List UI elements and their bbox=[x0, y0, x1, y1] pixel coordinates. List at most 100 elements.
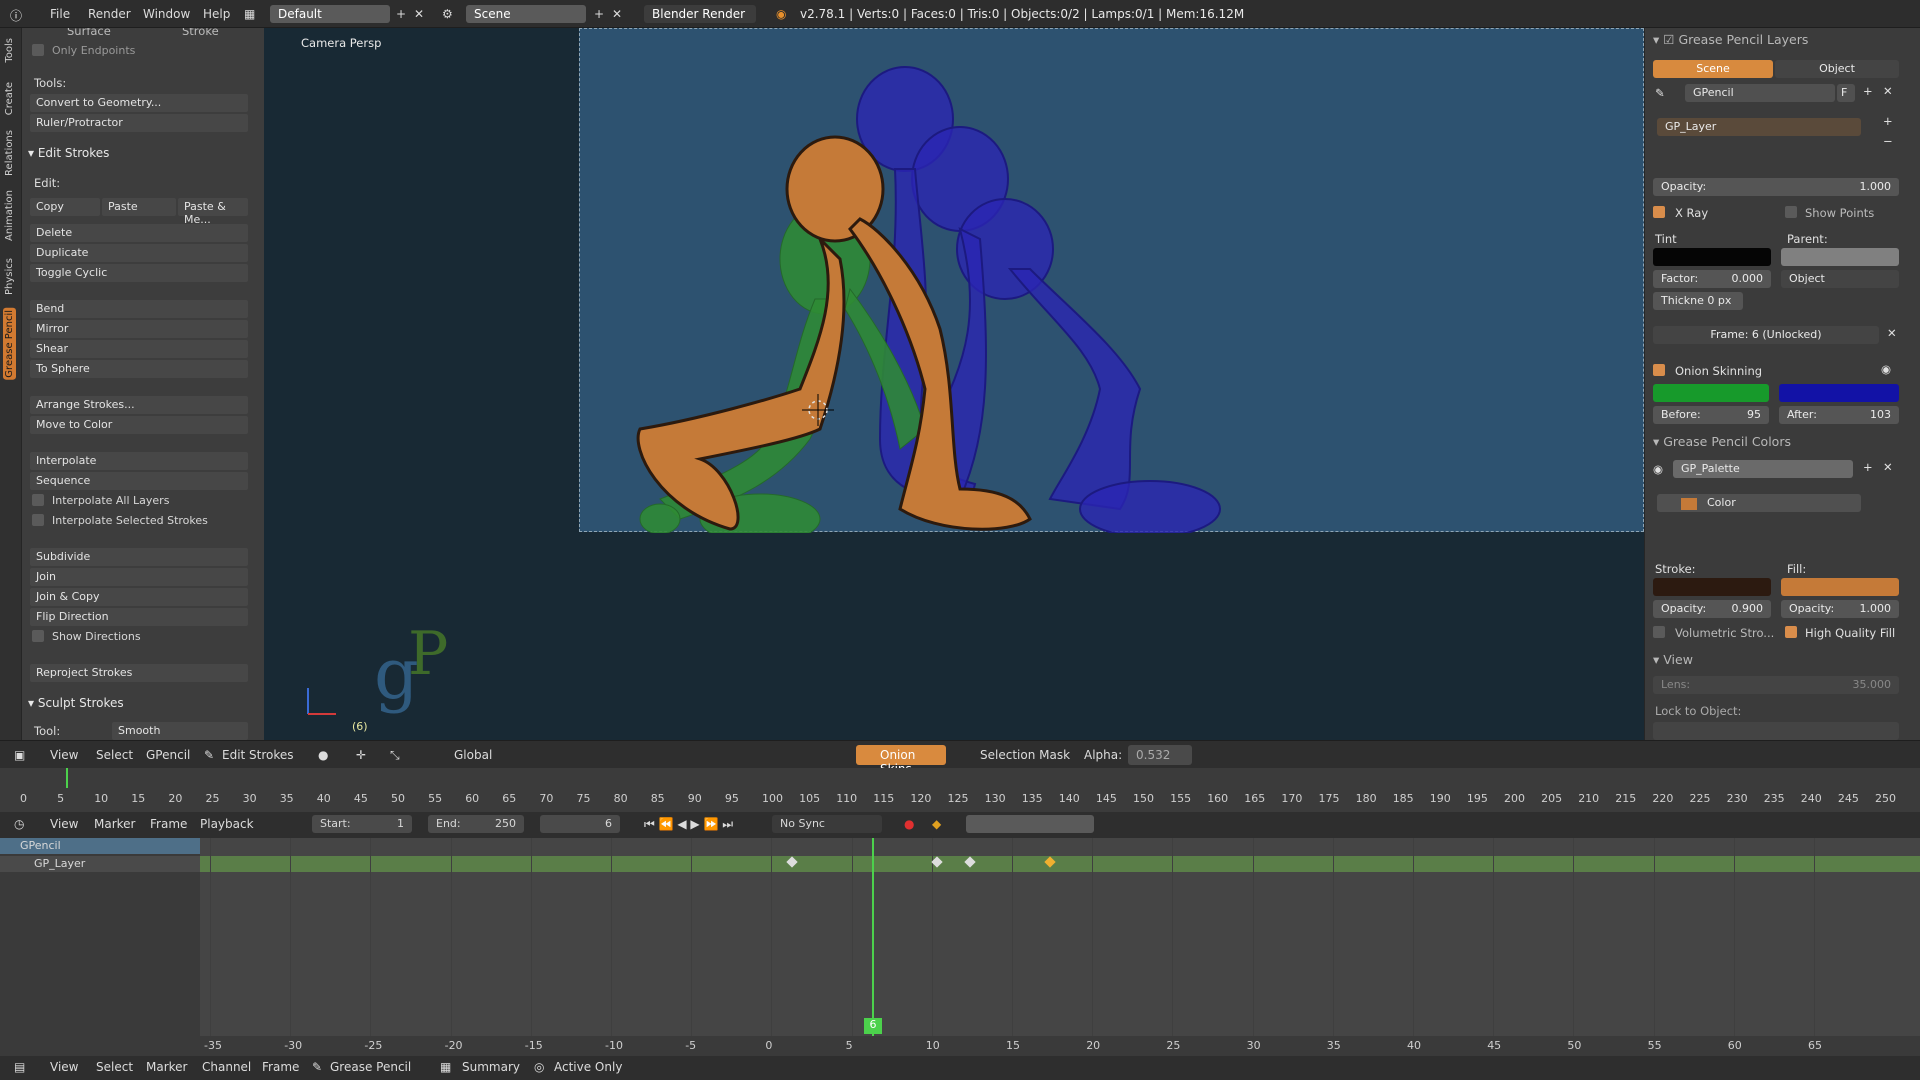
frame-lock-field[interactable]: Frame: 6 (Unlocked) bbox=[1653, 326, 1879, 344]
menu-file[interactable]: File bbox=[50, 7, 70, 21]
close-scene-icon[interactable]: ✕ bbox=[612, 7, 622, 21]
dopesheet-editor-icon[interactable]: ▤ bbox=[14, 1060, 25, 1074]
render-engine-selector[interactable]: Blender Render bbox=[644, 5, 756, 23]
hq-fill-checkbox[interactable] bbox=[1785, 626, 1797, 638]
add-scene-icon[interactable]: + bbox=[594, 7, 604, 21]
onion-skinning-checkbox[interactable] bbox=[1653, 364, 1665, 376]
delete-button[interactable]: Delete bbox=[30, 224, 248, 242]
add-layout-icon[interactable]: + bbox=[396, 7, 406, 21]
summary-toggle[interactable]: Summary bbox=[462, 1060, 520, 1074]
timeline-menu-view[interactable]: View bbox=[50, 817, 78, 831]
tab-scene[interactable]: Scene bbox=[1653, 60, 1773, 78]
end-frame-field[interactable]: End: 250 bbox=[428, 815, 524, 833]
remove-layer-icon[interactable]: − bbox=[1883, 134, 1893, 148]
active-only-toggle[interactable]: Active Only bbox=[554, 1060, 622, 1074]
add-palette-icon[interactable]: + bbox=[1863, 460, 1873, 474]
ds-mode-selector[interactable]: Grease Pencil bbox=[330, 1060, 411, 1074]
gpencil-channel[interactable]: GPencil bbox=[0, 838, 200, 854]
onion-color-icon[interactable]: ◉ bbox=[1881, 362, 1891, 376]
sync-selector[interactable]: No Sync bbox=[772, 815, 882, 833]
remove-gpencil-icon[interactable]: ✕ bbox=[1883, 84, 1893, 98]
view-header[interactable]: ▾ View bbox=[1653, 652, 1693, 667]
mode-selector[interactable]: Edit Strokes bbox=[222, 748, 294, 762]
menu-window[interactable]: Window bbox=[143, 7, 190, 21]
close-layout-icon[interactable]: ✕ bbox=[414, 7, 424, 21]
gpencil-datablock[interactable]: GPencil bbox=[1685, 84, 1835, 102]
reproject-strokes-button[interactable]: Reproject Strokes bbox=[30, 664, 248, 682]
menu-gpencil[interactable]: GPencil bbox=[146, 748, 190, 762]
tint-color-swatch[interactable] bbox=[1653, 248, 1771, 266]
playback-controls[interactable]: ⏮ ⏪ ◀ ▶ ⏩ ⏭ bbox=[644, 817, 733, 832]
stroke-label[interactable]: Stroke bbox=[182, 28, 219, 38]
surface-label[interactable]: Surface bbox=[67, 28, 111, 38]
arrange-strokes-button[interactable]: Arrange Strokes... bbox=[30, 396, 248, 414]
to-sphere-button[interactable]: To Sphere bbox=[30, 360, 248, 378]
delete-frame-icon[interactable]: ✕ bbox=[1887, 326, 1897, 340]
factor-field[interactable]: Factor: 0.000 bbox=[1653, 270, 1771, 288]
stroke-opacity-field[interactable]: Opacity: 0.900 bbox=[1653, 600, 1771, 618]
tab-animation[interactable]: Animation bbox=[3, 188, 16, 243]
interpolate-selected-checkbox[interactable] bbox=[32, 514, 44, 526]
join-copy-button[interactable]: Join & Copy bbox=[30, 588, 248, 606]
parent-object-field[interactable] bbox=[1781, 248, 1899, 266]
timeline-menu-playback[interactable]: Playback bbox=[200, 817, 254, 831]
info-icon[interactable]: ⓘ bbox=[10, 7, 22, 24]
fill-opacity-field[interactable]: Opacity: 1.000 bbox=[1781, 600, 1899, 618]
after-color-swatch[interactable] bbox=[1779, 384, 1899, 402]
shear-button[interactable]: Shear bbox=[30, 340, 248, 358]
keying-set-field[interactable] bbox=[966, 815, 1094, 833]
lock-object-field[interactable] bbox=[1653, 722, 1899, 740]
thickness-field[interactable]: Thickne 0 px bbox=[1653, 292, 1743, 310]
selection-mask-label[interactable]: Selection Mask bbox=[980, 748, 1070, 762]
fill-color-swatch[interactable] bbox=[1781, 578, 1899, 596]
gp-colors-header[interactable]: ▾ Grease Pencil Colors bbox=[1653, 434, 1791, 449]
tab-object[interactable]: Object bbox=[1775, 60, 1899, 78]
lens-field[interactable]: Lens: 35.000 bbox=[1653, 676, 1899, 694]
menu-select[interactable]: Select bbox=[96, 748, 133, 762]
after-frames-field[interactable]: After: 103 bbox=[1779, 406, 1899, 424]
tab-create[interactable]: Create bbox=[3, 80, 16, 117]
copy-button[interactable]: Copy bbox=[30, 198, 100, 216]
parent-type-selector[interactable]: Object bbox=[1781, 270, 1899, 288]
bend-button[interactable]: Bend bbox=[30, 300, 248, 318]
tab-relations[interactable]: Relations bbox=[3, 128, 16, 178]
only-endpoints-checkbox[interactable] bbox=[32, 44, 44, 56]
ds-menu-select[interactable]: Select bbox=[96, 1060, 133, 1074]
ds-menu-marker[interactable]: Marker bbox=[146, 1060, 187, 1074]
subdivide-button[interactable]: Subdivide bbox=[30, 548, 248, 566]
keyframe-icon[interactable]: ◆ bbox=[932, 817, 941, 831]
scene-icon[interactable]: ⚙ bbox=[442, 7, 453, 21]
gp-layer-item[interactable]: GP_Layer bbox=[1657, 118, 1861, 136]
convert-to-geometry-button[interactable]: Convert to Geometry... bbox=[30, 94, 248, 112]
orientation-selector[interactable]: Global bbox=[454, 748, 492, 762]
flip-direction-button[interactable]: Flip Direction bbox=[30, 608, 248, 626]
timeline-menu-marker[interactable]: Marker bbox=[94, 817, 135, 831]
interpolate-button[interactable]: Interpolate bbox=[30, 452, 248, 470]
timeline[interactable]: 0 5 10 15 20 25 30 35 40 45 50 55 60 65 70 75 80 85 90 95 10… bbox=[0, 768, 1920, 812]
before-color-swatch[interactable] bbox=[1653, 384, 1769, 402]
shading-icon[interactable]: ● bbox=[318, 748, 328, 762]
editor-type-icon[interactable]: ▣ bbox=[14, 748, 25, 762]
before-frames-field[interactable]: Before: 95 bbox=[1653, 406, 1769, 424]
gp-layers-header[interactable]: ▾ ☑ Grease Pencil Layers bbox=[1653, 32, 1808, 47]
3d-cursor-icon[interactable] bbox=[800, 392, 836, 428]
sculpt-tool-selector[interactable]: Smooth bbox=[112, 722, 248, 740]
layout-selector[interactable]: Default bbox=[270, 5, 390, 23]
paste-button[interactable]: Paste bbox=[102, 198, 176, 216]
start-frame-field[interactable]: Start: 1 bbox=[312, 815, 412, 833]
xray-checkbox[interactable] bbox=[1653, 206, 1665, 218]
layout-icon[interactable]: ▦ bbox=[244, 7, 255, 21]
move-to-color-button[interactable]: Move to Color bbox=[30, 416, 248, 434]
record-icon[interactable]: ● bbox=[904, 817, 914, 831]
edit-strokes-header[interactable]: ▾ Edit Strokes bbox=[28, 146, 109, 160]
menu-view[interactable]: View bbox=[50, 748, 78, 762]
paste-merge-button[interactable]: Paste & Me... bbox=[178, 198, 248, 226]
current-frame-badge[interactable]: 6 bbox=[864, 1018, 882, 1034]
timeline-menu-frame[interactable]: Frame bbox=[150, 817, 187, 831]
ruler-protractor-button[interactable]: Ruler/Protractor bbox=[30, 114, 248, 132]
remove-palette-icon[interactable]: ✕ bbox=[1883, 460, 1893, 474]
tab-tools[interactable]: Tools bbox=[3, 36, 16, 65]
menu-help[interactable]: Help bbox=[203, 7, 230, 21]
ds-menu-channel[interactable]: Channel bbox=[202, 1060, 251, 1074]
scene-selector[interactable]: Scene bbox=[466, 5, 586, 23]
